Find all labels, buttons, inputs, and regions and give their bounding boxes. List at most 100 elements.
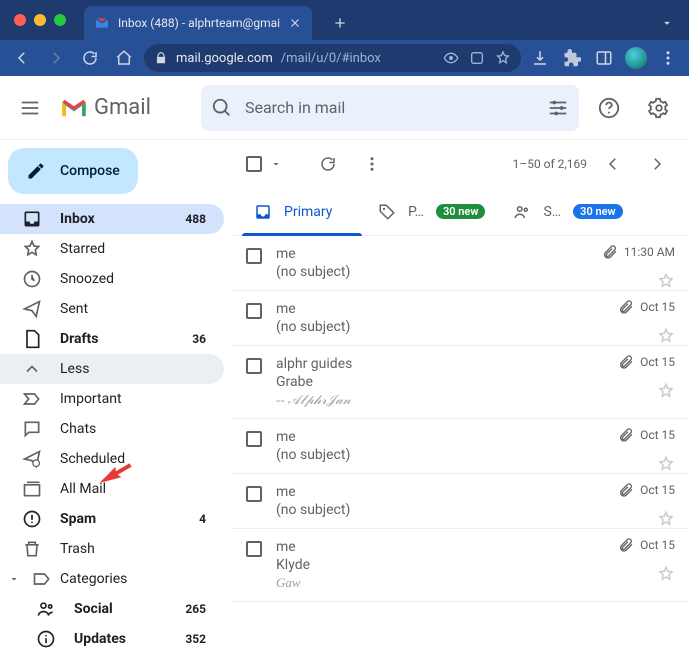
sidebar-item-updates[interactable]: Updates 352 xyxy=(0,624,224,650)
row-checkbox[interactable] xyxy=(246,248,262,264)
email-row[interactable]: me (no subject) Oct 15 xyxy=(232,474,689,529)
tag-icon xyxy=(378,203,396,221)
more-button[interactable] xyxy=(354,146,390,182)
sidebar-item-count: 488 xyxy=(185,212,206,226)
browser-tab[interactable]: Inbox (488) - alphrteam@gmai xyxy=(84,6,312,40)
trash-icon xyxy=(22,539,42,559)
sidebar-item-less[interactable]: Less xyxy=(0,354,224,384)
caret-down-icon xyxy=(8,573,24,585)
row-star[interactable] xyxy=(657,382,675,400)
attachment-icon xyxy=(618,299,634,315)
gmail-logo[interactable]: Gmail xyxy=(60,95,151,120)
back-button[interactable] xyxy=(8,44,36,72)
chat-icon xyxy=(22,419,42,439)
close-icon[interactable] xyxy=(288,16,302,30)
sidebar-item-social[interactable]: Social 265 xyxy=(0,594,224,624)
star-icon[interactable] xyxy=(495,50,511,66)
sidebar-item-count: 352 xyxy=(185,632,206,646)
search-input[interactable]: Search in mail xyxy=(201,85,579,131)
sidebar-item-chats[interactable]: Chats xyxy=(0,414,224,444)
window-minimize[interactable] xyxy=(34,14,46,26)
home-button[interactable] xyxy=(110,44,138,72)
row-from: me xyxy=(276,429,675,445)
email-list: me (no subject) 11:30 AM me (no subject)… xyxy=(232,236,689,602)
file-icon xyxy=(22,329,42,349)
extensions-icon[interactable] xyxy=(559,45,585,71)
row-checkbox[interactable] xyxy=(246,303,262,319)
tab-social[interactable]: S… 30 new xyxy=(501,188,634,235)
chevron-up-icon xyxy=(22,359,42,379)
sidebar-item-categories[interactable]: Categories xyxy=(0,564,224,594)
sidebar-item-label: Sent xyxy=(60,301,206,317)
row-from: me xyxy=(276,301,675,317)
email-row[interactable]: me (no subject) 11:30 AM xyxy=(232,236,689,291)
row-checkbox[interactable] xyxy=(246,431,262,447)
row-from: me xyxy=(276,484,675,500)
next-page-button[interactable] xyxy=(639,146,675,182)
sidebar: Compose Inbox 488 Starred Snoozed Sent D… xyxy=(0,140,232,650)
select-all-checkbox[interactable] xyxy=(246,156,262,172)
row-checkbox[interactable] xyxy=(246,486,262,502)
new-tab-button[interactable] xyxy=(326,9,354,37)
sidebar-item-drafts[interactable]: Drafts 36 xyxy=(0,324,224,354)
sidebar-item-spam[interactable]: Spam 4 xyxy=(0,504,224,534)
profile-avatar[interactable] xyxy=(623,45,649,71)
row-star[interactable] xyxy=(657,327,675,345)
email-row[interactable]: me Klyde Gaw Oct 15 xyxy=(232,529,689,602)
window-close[interactable] xyxy=(14,14,26,26)
email-row[interactable]: alphr guides Grabe -- 𝒜𝓁𝓅𝒽𝓇𝒥𝒶𝓃 Oct 15 xyxy=(232,346,689,419)
sidebar-item-important[interactable]: Important xyxy=(0,384,224,414)
attachment-icon xyxy=(602,244,618,260)
sidebar-item-inbox[interactable]: Inbox 488 xyxy=(0,204,224,234)
refresh-button[interactable] xyxy=(310,146,346,182)
caret-down-icon[interactable] xyxy=(270,158,282,170)
inbox-icon xyxy=(254,203,272,221)
tab-promotions[interactable]: P… 30 new xyxy=(366,188,497,235)
row-star[interactable] xyxy=(657,565,675,583)
address-bar[interactable]: mail.google.com/mail/u/0/#inbox xyxy=(144,44,521,72)
kebab-icon[interactable] xyxy=(655,45,681,71)
sidepanel-icon[interactable] xyxy=(591,45,617,71)
sidebar-item-starred[interactable]: Starred xyxy=(0,234,224,264)
settings-button[interactable] xyxy=(639,88,679,128)
row-from: alphr guides xyxy=(276,356,675,372)
window-maximize[interactable] xyxy=(54,14,66,26)
prev-page-button[interactable] xyxy=(595,146,631,182)
forward-button[interactable] xyxy=(42,44,70,72)
compose-button[interactable]: Compose xyxy=(8,148,138,194)
row-star[interactable] xyxy=(657,510,675,528)
email-row[interactable]: me (no subject) Oct 15 xyxy=(232,291,689,346)
tabs-dropdown[interactable] xyxy=(653,16,681,30)
sidebar-item-sent[interactable]: Sent xyxy=(0,294,224,324)
row-subject: Grabe xyxy=(276,374,675,390)
sidebar-item-label: Less xyxy=(60,361,206,377)
help-button[interactable] xyxy=(589,88,629,128)
sidebar-item-snoozed[interactable]: Snoozed xyxy=(0,264,224,294)
spam-icon xyxy=(22,509,42,529)
categories-icon xyxy=(32,569,52,589)
people-icon xyxy=(36,599,56,619)
row-snippet: -- 𝒜𝓁𝓅𝒽𝓇𝒥𝒶𝓃 xyxy=(276,392,675,408)
email-row[interactable]: me (no subject) Oct 15 xyxy=(232,419,689,474)
sidebar-item-count: 265 xyxy=(185,602,206,616)
sidebar-item-trash[interactable]: Trash xyxy=(0,534,224,564)
row-star[interactable] xyxy=(657,272,675,290)
row-checkbox[interactable] xyxy=(246,358,262,374)
main-menu-button[interactable] xyxy=(10,88,50,128)
sidebar-item-label: Drafts xyxy=(60,331,174,347)
eye-icon[interactable] xyxy=(443,50,459,66)
row-star[interactable] xyxy=(657,455,675,473)
download-icon[interactable] xyxy=(527,45,553,71)
share-icon[interactable] xyxy=(469,50,485,66)
url-host: mail.google.com xyxy=(176,51,273,66)
send-icon xyxy=(22,299,42,319)
reload-button[interactable] xyxy=(76,44,104,72)
tab-primary[interactable]: Primary xyxy=(242,188,362,235)
toolbar: 1–50 of 2,169 xyxy=(232,140,689,188)
attachment-icon xyxy=(618,427,634,443)
inbox-icon xyxy=(22,209,42,229)
tune-icon[interactable] xyxy=(547,97,569,119)
sidebar-item-label: Social xyxy=(74,601,167,617)
category-tabs: Primary P… 30 new S… 30 new xyxy=(232,188,689,236)
row-checkbox[interactable] xyxy=(246,541,262,557)
